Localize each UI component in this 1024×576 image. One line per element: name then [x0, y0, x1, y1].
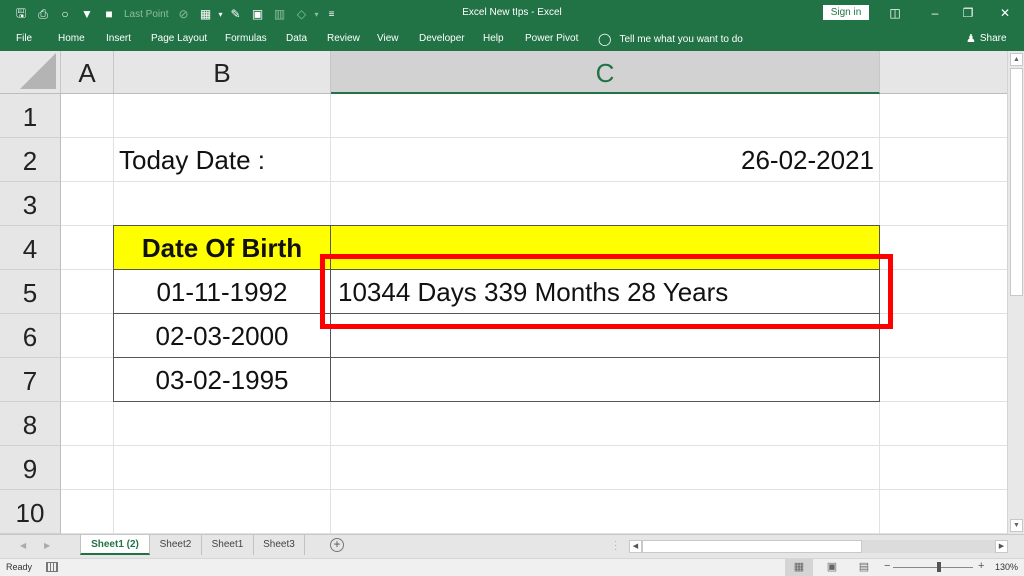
tab-power-pivot[interactable]: Power Pivot — [525, 33, 578, 44]
select-all-triangle-icon — [20, 53, 56, 89]
gridline — [61, 489, 1007, 490]
row-header-7[interactable]: 7 — [0, 358, 61, 402]
status-bar: Ready ▦ ▣ ▤ − + 130% — [0, 558, 1024, 576]
restore-icon[interactable]: ❐ — [953, 3, 983, 23]
tab-home[interactable]: Home — [58, 33, 85, 44]
row-header-5[interactable]: 5 — [0, 270, 61, 314]
page-layout-view-icon[interactable]: ▣ — [818, 559, 846, 576]
title-bar: 🖫 ⎙ ○ ▼ ■ Last Point ⊘ ▦ ▾ ✎ ▣ ▥ ◇ ▾ ≡ E… — [0, 0, 1024, 27]
column-header-c[interactable]: C — [331, 51, 880, 94]
horizontal-scrollbar[interactable]: ◀ ▶ — [629, 540, 1008, 553]
row-header-2[interactable]: 2 — [0, 138, 61, 182]
vertical-scrollbar[interactable]: ▲ ▼ — [1007, 51, 1024, 534]
tab-view[interactable]: View — [377, 33, 399, 44]
tab-developer[interactable]: Developer — [419, 33, 465, 44]
tab-file[interactable]: File — [16, 33, 32, 44]
share-button[interactable]: ♟ Share — [966, 32, 1007, 45]
sheet-tab-sheet2[interactable]: Sheet2 — [150, 535, 202, 555]
zoom-out-button[interactable]: − — [884, 560, 890, 572]
sheet-tab-sheet1-2[interactable]: Sheet1 (2) — [80, 535, 150, 555]
row-header-10[interactable]: 10 — [0, 490, 61, 534]
macro-recording-icon[interactable] — [46, 562, 58, 572]
window-title: Excel New tIps - Excel — [462, 7, 562, 18]
worksheet-grid: A B C 1 2 3 4 5 6 7 8 9 10 Today Date: … — [0, 51, 1007, 534]
tab-help[interactable]: Help — [483, 33, 504, 44]
zoom-in-button[interactable]: + — [978, 560, 984, 572]
column-header-b[interactable]: B — [114, 51, 331, 94]
horizontal-scroll-thumb[interactable] — [642, 540, 862, 553]
tab-review[interactable]: Review — [327, 33, 360, 44]
cell-b7[interactable]: 03-02-1995 — [114, 358, 330, 402]
prev-sheet-icon[interactable]: ◀ — [20, 541, 26, 550]
ribbon-tabs: File Home Insert Page Layout Formulas Da… — [0, 27, 1024, 51]
scroll-down-icon[interactable]: ▼ — [1010, 519, 1023, 532]
sheet-tab-bar: ◀ ▶ Sheet1 (2) Sheet2 Sheet1 Sheet3 + · ·… — [0, 534, 1024, 558]
tab-formulas[interactable]: Formulas — [225, 33, 267, 44]
row-header-8[interactable]: 8 — [0, 402, 61, 446]
person-icon: ♟ — [966, 33, 976, 45]
scroll-up-icon[interactable]: ▲ — [1010, 53, 1023, 66]
row-header-9[interactable]: 9 — [0, 446, 61, 490]
excel-window: 🖫 ⎙ ○ ▼ ■ Last Point ⊘ ▦ ▾ ✎ ▣ ▥ ◇ ▾ ≡ E… — [0, 0, 1024, 576]
lightbulb-icon: ◯ — [598, 32, 612, 46]
share-label: Share — [979, 33, 1007, 44]
column-header-a[interactable]: A — [61, 51, 114, 94]
row-header-4[interactable]: 4 — [0, 226, 61, 270]
next-sheet-icon[interactable]: ▶ — [44, 541, 50, 550]
sheet-tab-sheet3[interactable]: Sheet3 — [254, 535, 305, 555]
highlight-annotation — [320, 254, 893, 329]
select-all-button[interactable] — [0, 51, 61, 94]
zoom-level[interactable]: 130% — [995, 562, 1018, 572]
scroll-left-icon[interactable]: ◀ — [629, 540, 642, 553]
cell-b5[interactable]: 01-11-1992 — [114, 270, 330, 314]
row-header-3[interactable]: 3 — [0, 182, 61, 226]
tab-insert[interactable]: Insert — [106, 33, 131, 44]
cell-b4[interactable]: Date Of Birth — [114, 226, 330, 270]
sheet-tab-sheet1[interactable]: Sheet1 — [202, 535, 254, 555]
vertical-scroll-thumb[interactable] — [1010, 68, 1023, 296]
status-ready: Ready — [6, 562, 33, 572]
gridline — [61, 445, 1007, 446]
minimize-icon[interactable]: – — [920, 3, 950, 23]
normal-view-icon[interactable]: ▦ — [785, 559, 813, 576]
cell-c2[interactable]: 26-02-2021 — [331, 138, 874, 182]
ribbon-display-options-icon[interactable]: ◫ — [880, 3, 910, 23]
cell-b6[interactable]: 02-03-2000 — [114, 314, 330, 358]
column-header-d[interactable] — [880, 51, 1007, 94]
add-sheet-button[interactable]: + — [330, 538, 344, 552]
sign-in-button[interactable]: Sign in — [823, 5, 869, 20]
tab-splitter-handle[interactable]: · · · — [614, 537, 617, 555]
close-icon[interactable]: ✕ — [990, 3, 1020, 23]
cell-b2[interactable]: Today Date : — [119, 138, 265, 182]
tell-me-text: Tell me what you want to do — [619, 33, 743, 45]
row-header-1[interactable]: 1 — [0, 94, 61, 138]
tab-data[interactable]: Data — [286, 33, 307, 44]
zoom-slider[interactable] — [893, 567, 973, 568]
row-header-6[interactable]: 6 — [0, 314, 61, 358]
page-break-preview-icon[interactable]: ▤ — [850, 559, 878, 576]
tell-me-box[interactable]: ◯ Tell me what you want to do — [598, 32, 743, 46]
tab-page-layout[interactable]: Page Layout — [151, 33, 207, 44]
zoom-slider-thumb[interactable] — [937, 562, 941, 572]
scroll-right-icon[interactable]: ▶ — [995, 540, 1008, 553]
